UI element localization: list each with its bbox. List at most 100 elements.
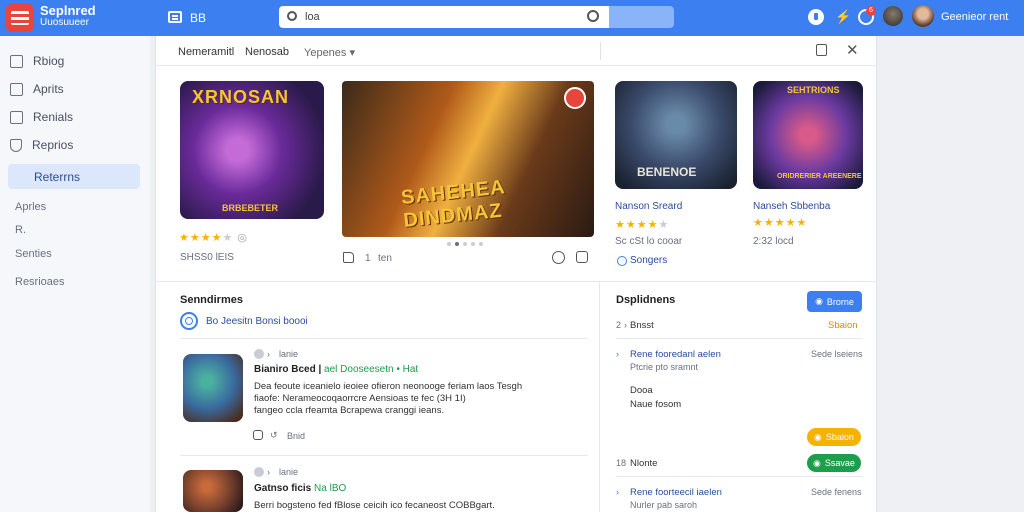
- tab-nenosab[interactable]: Nenosab: [245, 46, 289, 58]
- image-title: SEHTRIONS: [787, 85, 840, 95]
- row-link[interactable]: Rene foorteecil iaelen: [630, 487, 722, 498]
- like-icon[interactable]: [343, 252, 354, 263]
- sidebar-subitem[interactable]: R.: [15, 224, 26, 236]
- app-logo[interactable]: [6, 4, 34, 32]
- carousel-dot[interactable]: [479, 242, 483, 246]
- notification-badge: 6: [866, 6, 876, 16]
- post-title-text: Bianiro Bced |: [254, 364, 322, 375]
- post-title-text: Gatnso ficis: [254, 483, 312, 494]
- sidebar-item-label: Reprios: [32, 138, 74, 152]
- sidebar-subitem[interactable]: Senties: [15, 248, 52, 260]
- section-divider: [156, 281, 878, 282]
- avatar-secondary[interactable]: [883, 6, 903, 26]
- menu-icon[interactable]: [168, 11, 182, 23]
- featured-image-4[interactable]: SEHTRIONS ORIDRERIER AREENERE: [753, 81, 863, 189]
- arrow-icon: ›: [267, 467, 270, 477]
- sidebar-item-reprios[interactable]: Reprios: [10, 135, 73, 155]
- row-number: 18: [616, 458, 627, 468]
- info-icon[interactable]: [552, 251, 565, 264]
- button-icon: ◉: [814, 431, 822, 442]
- card-title[interactable]: Nanseh Sbbenba: [753, 201, 830, 212]
- post-thumbnail[interactable]: [183, 354, 243, 422]
- featured-image-3[interactable]: BENENOE: [615, 81, 737, 189]
- avatar[interactable]: [912, 5, 934, 27]
- sidebar-item-label: Renials: [33, 110, 74, 124]
- button-icon: ◉: [813, 457, 821, 468]
- sidebar-item-label: Rbiog: [33, 54, 65, 68]
- chevron-down-icon: ▾: [349, 47, 356, 59]
- card-title[interactable]: Nanson Sreard: [615, 201, 682, 212]
- logo-icon: [11, 11, 29, 25]
- post-body: Berri bogsteno fed fBlose ceicih ico fec…: [254, 500, 495, 511]
- status-button-yellow[interactable]: ◉ Sbaion: [807, 428, 861, 446]
- search-button[interactable]: [609, 6, 674, 28]
- row-sub: Ptcrie pto sramnt: [630, 362, 699, 372]
- arrow-icon: ›: [616, 349, 619, 359]
- post-title[interactable]: Bianiro Bced | ael Dooseesetn • Hat: [254, 364, 418, 375]
- post-action[interactable]: Bnid: [287, 431, 305, 441]
- check-icon: [10, 82, 23, 96]
- row-divider: [616, 338, 862, 339]
- featured-image-1[interactable]: XRNOSAN BRBEBETER: [180, 81, 324, 219]
- card-meta: SHSS0 lEIS: [180, 252, 234, 263]
- user-name[interactable]: Geenieor rent: [941, 11, 1008, 23]
- arrow-icon: ›: [267, 349, 270, 359]
- copy-icon[interactable]: [576, 251, 588, 263]
- help-icon[interactable]: [808, 9, 824, 25]
- button-label: Brorne: [826, 296, 854, 307]
- carousel-dots[interactable]: [447, 242, 483, 246]
- carousel-dot[interactable]: [463, 242, 467, 246]
- save-icon[interactable]: [253, 430, 263, 440]
- browse-button[interactable]: ◉ Brorne: [807, 291, 862, 312]
- post-title-tail: • Hat: [396, 364, 419, 375]
- search-box: [279, 6, 609, 28]
- list-icon: [10, 110, 23, 124]
- close-icon[interactable]: ✕: [846, 41, 859, 59]
- post-thumbnail[interactable]: [183, 470, 243, 512]
- post-title[interactable]: Gatnso ficis Na lBO: [254, 483, 346, 494]
- carousel-dot[interactable]: [447, 242, 451, 246]
- search-input[interactable]: [305, 9, 555, 25]
- sidebar-subitem[interactable]: Aprles: [15, 201, 46, 213]
- row-status: Sbaion: [828, 320, 858, 331]
- tab-yepenes[interactable]: Yepenes ▾: [304, 46, 355, 59]
- row-value: Sede fenens: [811, 487, 862, 497]
- sidebar-subitem[interactable]: Resrioaes: [15, 276, 65, 288]
- section-title: Senndirmes: [180, 294, 243, 306]
- post-body-line: Dea feoute iceanielo ieoiee ofieron neon…: [254, 381, 523, 392]
- main-panel: Nemeramitl Nenosab Yepenes ▾ ✕ XRNOSAN B…: [155, 36, 878, 512]
- sidebar: Rbiog Aprits Renials Reprios Reterrns Ap…: [0, 36, 150, 512]
- card-link[interactable]: Songers: [630, 255, 667, 266]
- card-meta: Sc cSt lo cooar: [615, 236, 683, 247]
- bolt-icon[interactable]: ⚡: [835, 9, 851, 25]
- search-submit-icon[interactable]: [587, 10, 599, 22]
- section-link[interactable]: Bo Jeesitn Bonsi boooi: [180, 312, 308, 330]
- share-icon[interactable]: [816, 44, 827, 56]
- tab-nemeramitl[interactable]: Nemeramitl: [178, 46, 234, 58]
- link-icon: [617, 256, 627, 266]
- post-title-tag: Na lBO: [314, 483, 347, 494]
- sidebar-item-aprits[interactable]: Aprits: [10, 79, 64, 99]
- sidebar-item-rbiog[interactable]: Rbiog: [10, 51, 64, 71]
- featured-hero-image[interactable]: SAHEHEA DINDMAZ: [342, 81, 594, 237]
- tab-label: Yepenes: [304, 47, 347, 59]
- right-section-title: Dsplidnens: [616, 294, 676, 306]
- image-title: SAHEHEA DINDMAZ: [400, 176, 506, 232]
- rating-stars: ★★★★★: [615, 219, 670, 231]
- row-link[interactable]: Rene fooredanl aelen: [630, 349, 721, 360]
- menu-label[interactable]: BB: [190, 11, 206, 25]
- row-divider: [180, 338, 588, 339]
- carousel-dot[interactable]: [455, 242, 459, 246]
- avatar-icon: [254, 467, 264, 477]
- carousel-dot[interactable]: [471, 242, 475, 246]
- row-number: 2: [616, 320, 622, 330]
- status-button-green[interactable]: ◉ Ssavae: [807, 454, 861, 472]
- post-body-line: fiaofe: Nerameocoqaorrcre Aensioas te fe…: [254, 393, 466, 404]
- reply-icon[interactable]: ↺: [270, 430, 278, 441]
- post-meta: lanie: [279, 349, 299, 359]
- rating-stars: ★★★★★: [753, 217, 808, 229]
- sidebar-item-renials[interactable]: Renials: [10, 107, 73, 127]
- post-meta: lanie: [279, 467, 299, 477]
- sidebar-item-active[interactable]: Reterrns: [8, 164, 140, 189]
- tab-bar: Nemeramitl Nenosab Yepenes ▾ ✕: [156, 36, 878, 66]
